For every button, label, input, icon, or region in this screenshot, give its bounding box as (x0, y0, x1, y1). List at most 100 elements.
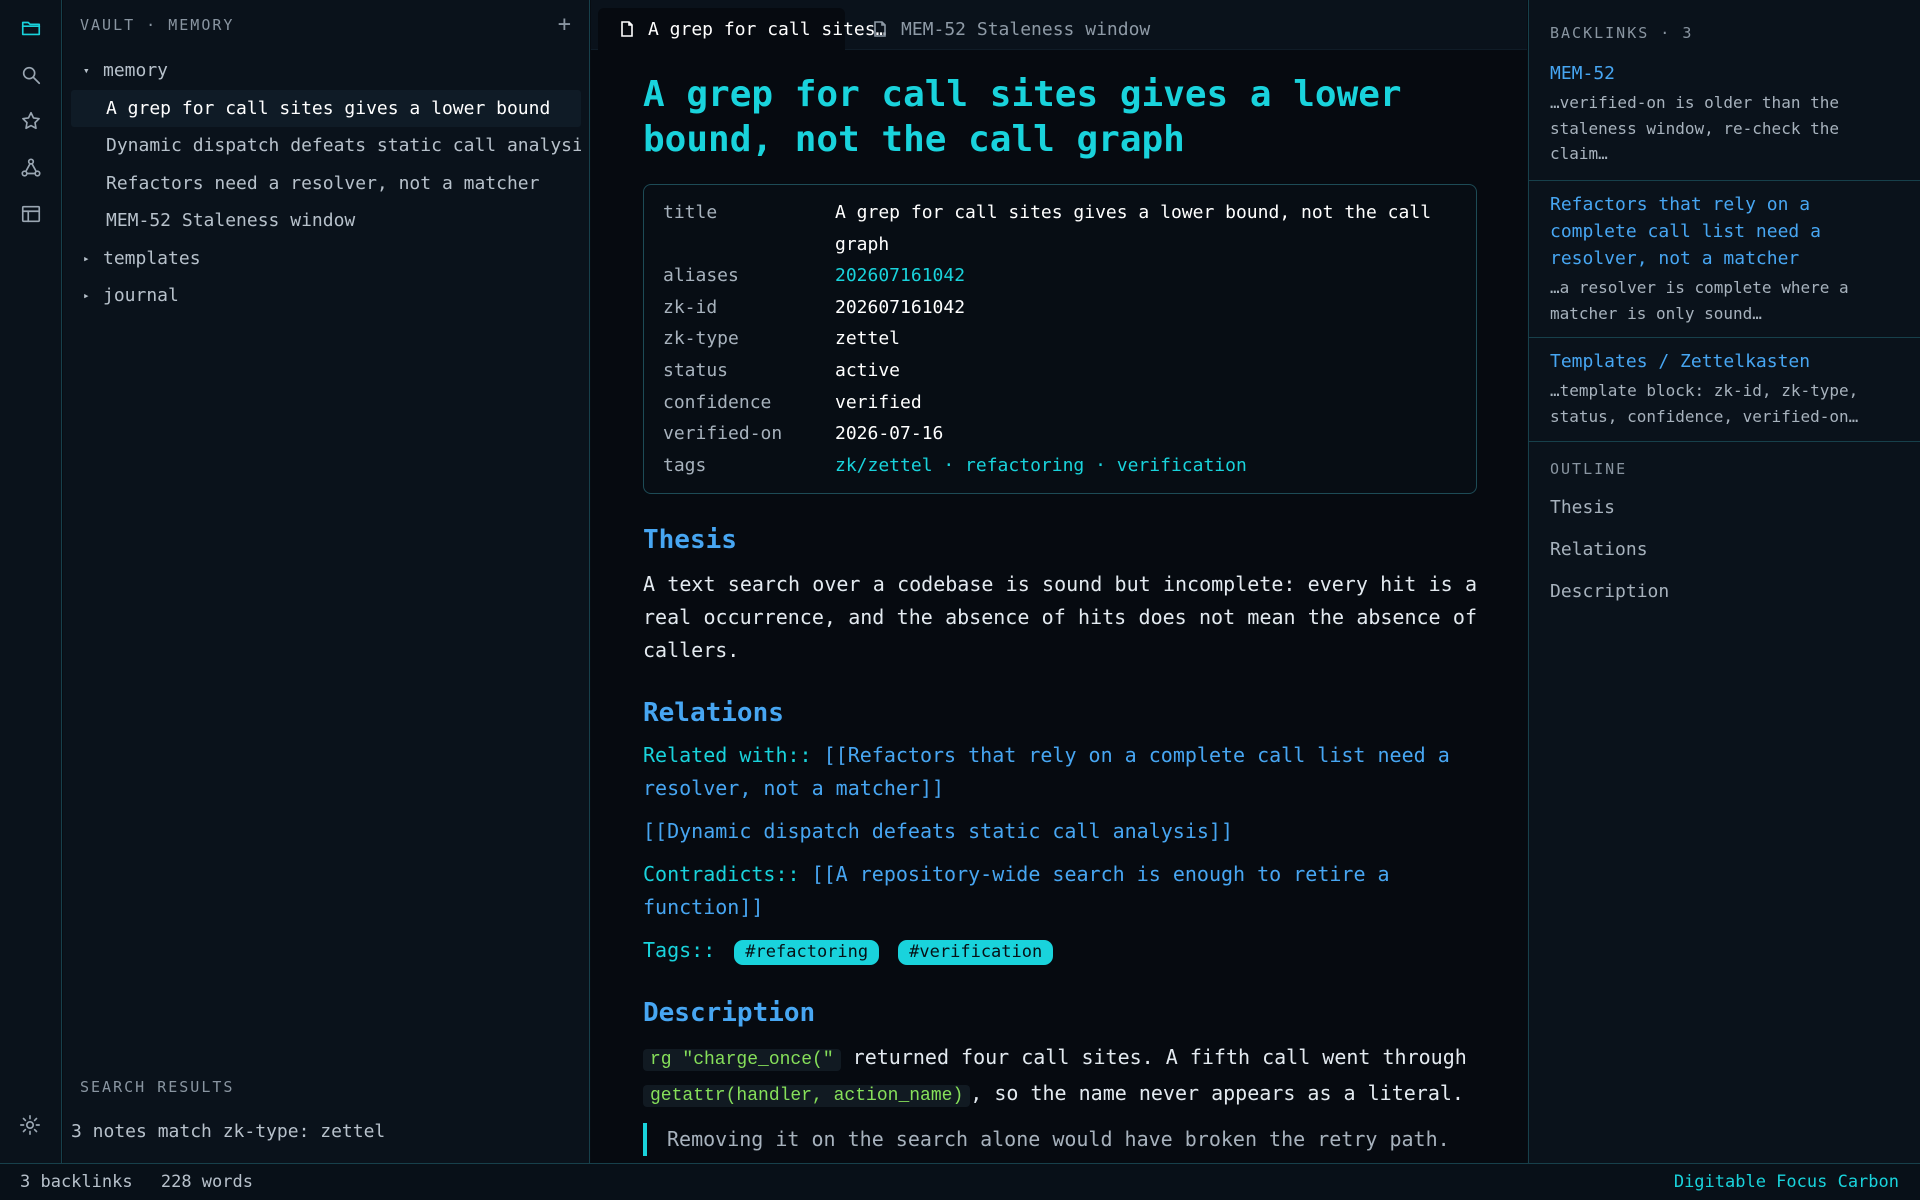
backlink-title[interactable]: Refactors that rely on a complete call l… (1550, 191, 1900, 272)
outline-item-relations[interactable]: Relations (1550, 539, 1648, 560)
relation-related-with: Related with:: [[Refactors that rely on … (643, 739, 1477, 805)
file-item-mem-52[interactable]: MEM-52 Staleness window (71, 202, 581, 240)
property-status[interactable]: status active (663, 355, 1456, 387)
chevron-right-icon: ▸ (83, 289, 90, 303)
relation-key: Related with:: (643, 743, 812, 768)
relation-contradicts: Contradicts:: [[A repository-wide search… (643, 858, 1477, 924)
status-left: 3 backlinks 228 words (20, 1172, 271, 1192)
description-text: returned four call sites. A fifth call w… (840, 1045, 1467, 1070)
heading-relations: Relations (643, 698, 784, 729)
backlink-snippet: …template block: zk-id, zk-type, status,… (1550, 381, 1859, 426)
property-value[interactable]: 202607161042 (835, 260, 1456, 292)
property-zk-id[interactable]: zk-id 202607161042 (663, 292, 1456, 324)
file-tree: ▾ memory A grep for call sites gives a l… (71, 52, 581, 315)
property-title[interactable]: title A grep for call sites gives a lowe… (663, 197, 1456, 260)
property-value: 202607161042 (835, 296, 966, 318)
heading-description: Description (643, 998, 816, 1029)
properties-block: title A grep for call sites gives a lowe… (643, 184, 1477, 495)
file-icon (874, 21, 886, 37)
status-bar: 3 backlinks 228 words Digitable Focus Ca… (0, 1163, 1920, 1200)
relation-key: Tags:: (643, 938, 716, 963)
property-aliases[interactable]: aliases 202607161042 (663, 260, 1456, 292)
tab-grep-lower-bound[interactable]: A grep for call sites… (598, 8, 886, 50)
blockquote: Removing it on the search alone would ha… (643, 1123, 1477, 1157)
app-window: VAULT · MEMORY + ▾ memory A grep for cal… (0, 0, 1920, 1200)
folder-memory[interactable]: ▾ memory (71, 52, 581, 90)
backlink-item[interactable]: Templates / Zettelkasten …template block… (1529, 348, 1920, 442)
property-key: confidence (663, 391, 772, 413)
property-key: verified-on (663, 423, 783, 445)
folder-label: templates (103, 247, 201, 269)
file-item-dynamic-dispatch[interactable]: Dynamic dispatch defeats static call ana… (71, 127, 581, 165)
search-icon[interactable] (19, 63, 43, 87)
tab-mem-52[interactable]: MEM-52 Staleness window (851, 8, 1151, 50)
backlink-snippet: …a resolver is complete where a matcher … (1550, 278, 1849, 323)
chevron-right-icon: ▸ (83, 251, 90, 265)
ribbon (0, 0, 62, 1163)
explorer-title: VAULT · MEMORY (80, 16, 235, 34)
relation-key: Contradicts:: (643, 862, 800, 887)
property-verified-on[interactable]: verified-on 2026-07-16 (663, 418, 1456, 450)
backlinks-count[interactable]: 3 backlinks (20, 1172, 133, 1192)
file-item-grep-lower-bound[interactable]: A grep for call sites gives a lower boun… (71, 89, 581, 127)
chevron-down-icon: ▾ (83, 64, 90, 78)
new-note-button[interactable]: + (558, 14, 571, 36)
folder-label: memory (103, 60, 169, 82)
heading-thesis: Thesis (643, 525, 737, 556)
outline-item-thesis[interactable]: Thesis (1550, 497, 1615, 518)
graph-icon[interactable] (19, 156, 43, 180)
property-key: aliases (663, 265, 739, 287)
tab-label: MEM-52 Staleness window (901, 18, 1151, 40)
description-text: , so the name never appears as a literal… (970, 1081, 1464, 1106)
backlink-title[interactable]: MEM-52 (1550, 60, 1900, 87)
thesis-paragraph: A text search over a codebase is sound b… (643, 572, 1477, 663)
relation-tags: Tags:: #refactoring #verification (643, 934, 1477, 967)
tag-refactoring[interactable]: #refactoring (734, 940, 880, 966)
inline-code: rg "charge_once(" (643, 1049, 841, 1072)
property-key: status (663, 359, 729, 381)
right-sidebar: BACKLINKS · 3 MEM-52 …verified-on is old… (1528, 0, 1920, 1163)
backlinks-label: BACKLINKS · 3 (1550, 24, 1694, 42)
property-value: 2026-07-16 (835, 423, 944, 445)
word-count: 228 words (160, 1172, 253, 1192)
inline-code: getattr(handler, action_name) (643, 1085, 971, 1108)
note-title[interactable]: A grep for call sites gives a lower boun… (643, 72, 1403, 162)
property-value: A grep for call sites gives a lower boun… (835, 202, 1432, 255)
file-icon (621, 21, 633, 37)
property-value[interactable]: zk/zettel · refactoring · verification (835, 450, 1456, 482)
property-value: verified (835, 391, 922, 413)
file-explorer: VAULT · MEMORY + ▾ memory A grep for cal… (63, 0, 590, 1163)
editor-pane: A grep for call sites… MEM-52 Staleness … (591, 0, 1527, 1163)
property-tags[interactable]: tags zk/zettel · refactoring · verificat… (663, 450, 1456, 482)
gear-icon[interactable] (19, 1114, 43, 1138)
table-icon[interactable] (19, 202, 43, 226)
property-key: zk-id (663, 296, 718, 318)
property-key: tags (663, 454, 707, 476)
wikilink-dynamic-dispatch[interactable]: [[Dynamic dispatch defeats static call a… (643, 819, 1233, 843)
search-results-count[interactable]: 3 notes match zk-type: zettel (71, 1121, 385, 1142)
folder-icon[interactable] (19, 16, 43, 40)
outline-label: OUTLINE (1550, 460, 1628, 478)
property-key: zk-type (663, 328, 739, 350)
outline-item-description[interactable]: Description (1550, 581, 1669, 602)
backlink-snippet: …verified-on is older than the staleness… (1550, 93, 1839, 163)
property-key: title (663, 202, 718, 223)
star-icon[interactable] (19, 109, 43, 133)
search-results-label: SEARCH RESULTS (80, 1078, 235, 1096)
relation-related-2: [[Dynamic dispatch defeats static call a… (643, 815, 1477, 848)
backlink-item[interactable]: Refactors that rely on a complete call l… (1529, 191, 1920, 338)
folder-journal[interactable]: ▸ journal (71, 277, 581, 315)
tag-verification[interactable]: #verification (898, 940, 1054, 966)
backlink-title[interactable]: Templates / Zettelkasten (1550, 348, 1900, 375)
property-value: zettel (835, 328, 901, 350)
theme-name[interactable]: Digitable Focus Carbon (1674, 1172, 1899, 1192)
property-confidence[interactable]: confidence verified (663, 387, 1456, 419)
file-item-refactors-resolver[interactable]: Refactors need a resolver, not a matcher (71, 165, 581, 203)
backlink-item[interactable]: MEM-52 …verified-on is older than the st… (1529, 60, 1920, 181)
description-paragraph: rg "charge_once(" returned four call sit… (643, 1041, 1477, 1113)
explorer-header: VAULT · MEMORY + (80, 14, 571, 36)
note-content[interactable]: A grep for call sites gives a lower boun… (643, 72, 1477, 1157)
tab-bar: A grep for call sites… MEM-52 Staleness … (591, 0, 1527, 50)
folder-templates[interactable]: ▸ templates (71, 240, 581, 278)
property-zk-type[interactable]: zk-type zettel (663, 323, 1456, 355)
